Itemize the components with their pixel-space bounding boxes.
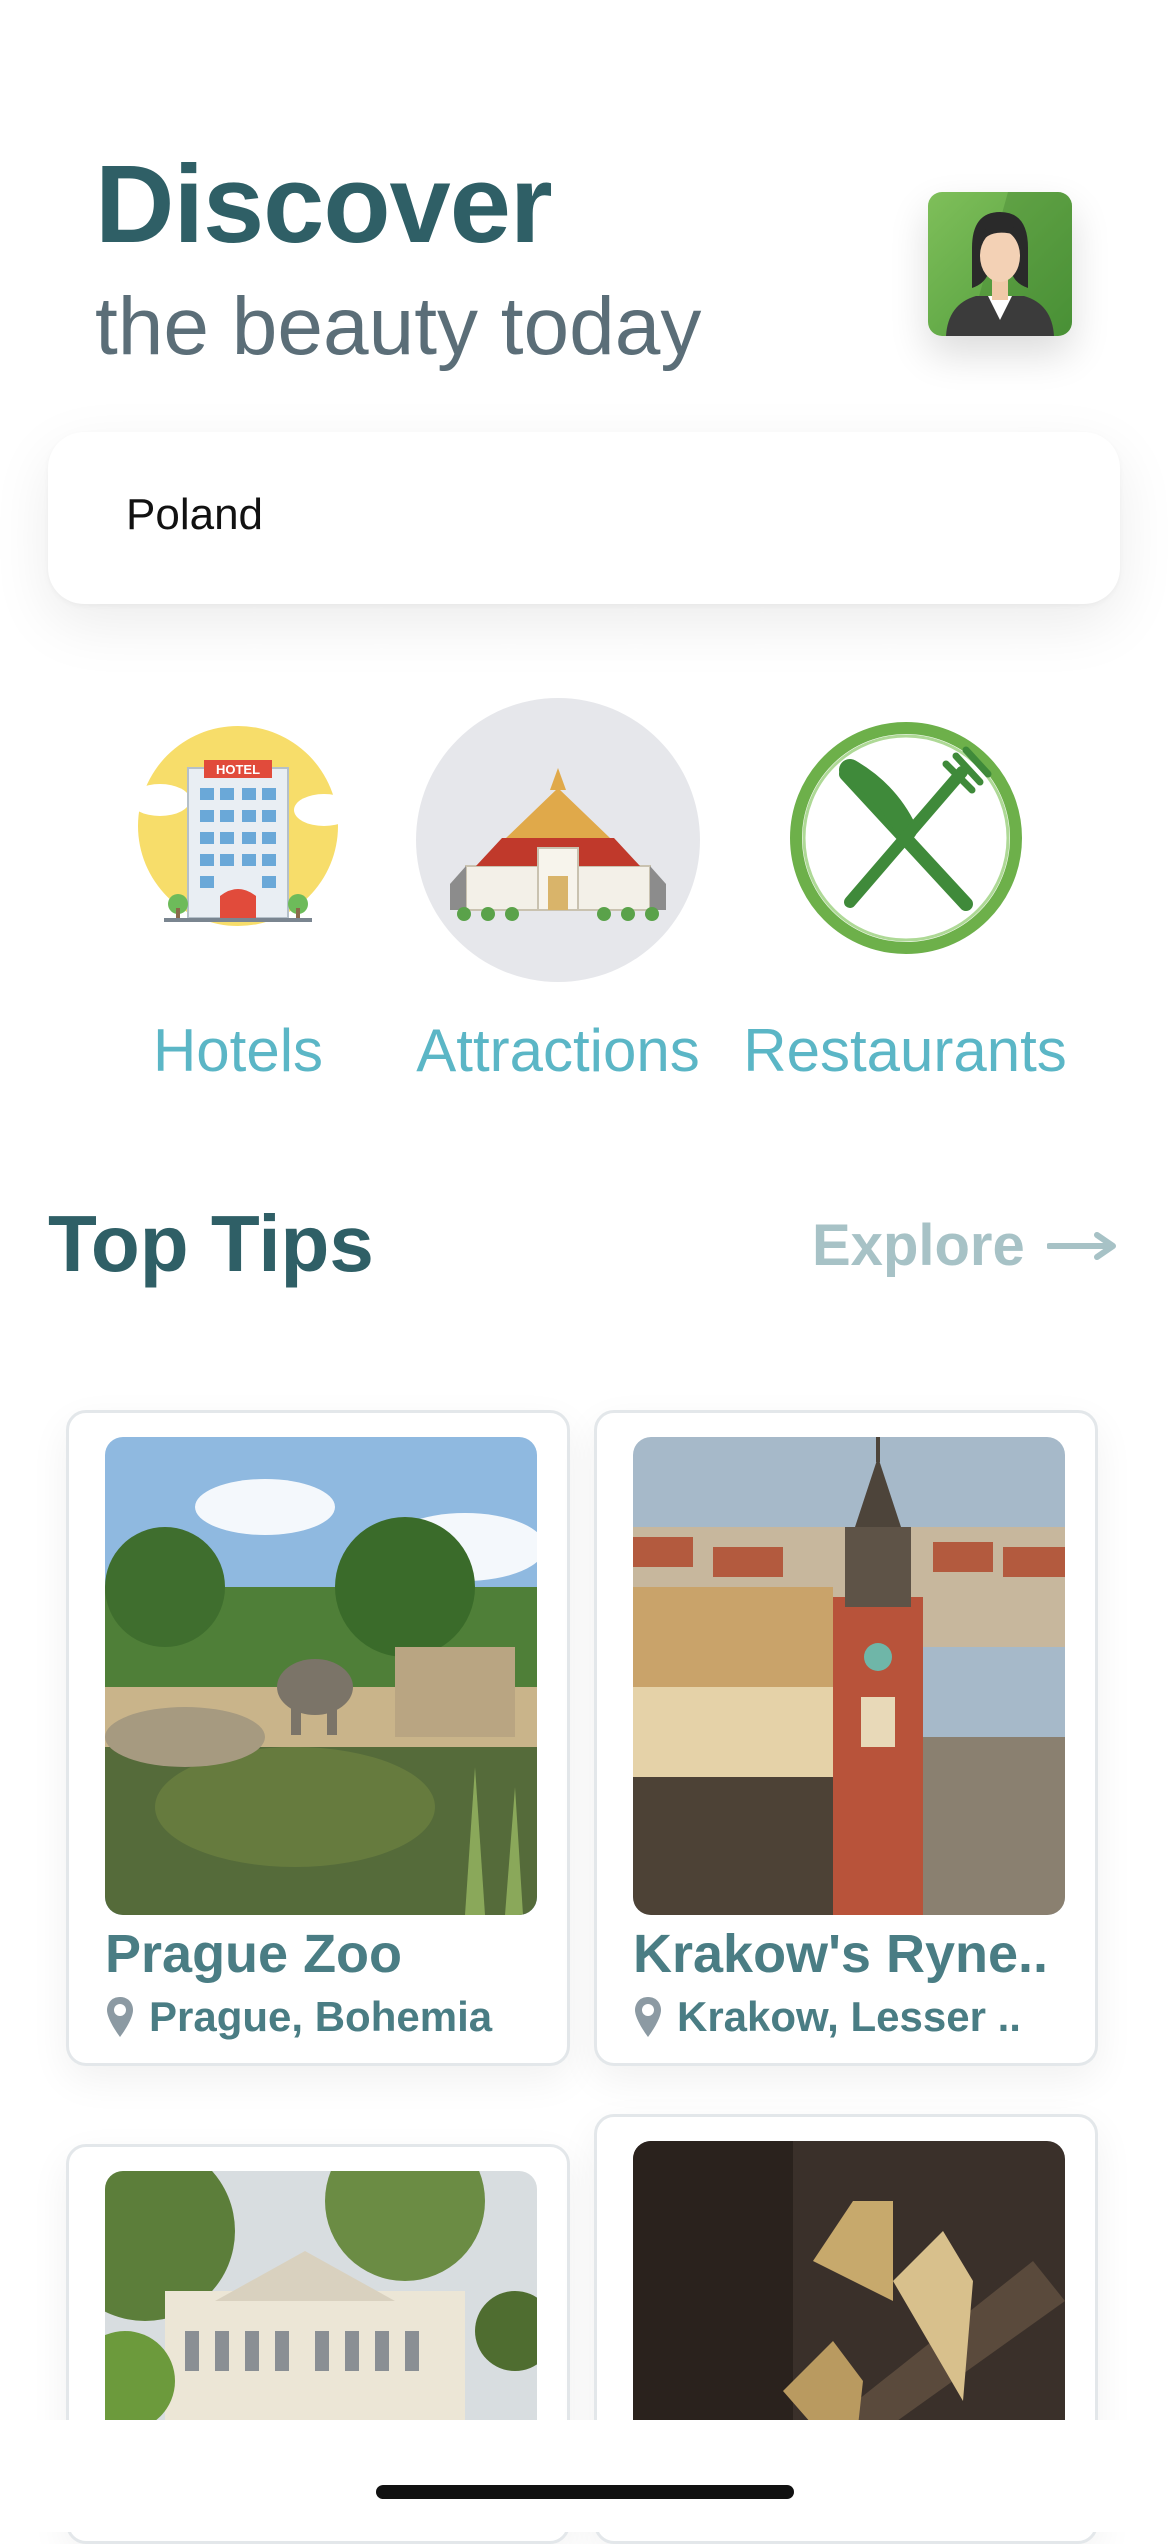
search-bar[interactable]: [48, 432, 1120, 604]
category-label-hotels[interactable]: Hotels: [108, 1016, 368, 1085]
page-title: Discover: [95, 143, 553, 266]
page-subtitle: the beauty today: [95, 281, 702, 372]
hotel-icon: HOTEL: [108, 708, 368, 968]
home-indicator[interactable]: [376, 2485, 794, 2499]
card-image: [633, 1437, 1065, 1915]
explore-link[interactable]: Explore: [812, 1212, 1117, 1279]
category-restaurants[interactable]: [776, 708, 1036, 968]
avatar[interactable]: [928, 192, 1072, 336]
svg-text:HOTEL: HOTEL: [216, 762, 260, 777]
temple-icon: [416, 698, 700, 982]
location-pin-icon: [635, 1997, 661, 2037]
user-avatar-icon: [946, 192, 1072, 336]
category-label-restaurants[interactable]: Restaurants: [740, 1016, 1070, 1085]
card-location: Krakow, Lesser ..: [633, 1993, 1021, 2041]
card-title: Prague Zoo: [105, 1924, 403, 1984]
card-title: Krakow's Ryne..: [633, 1924, 1048, 1984]
category-label-attractions[interactable]: Attractions: [408, 1016, 708, 1085]
search-input[interactable]: [126, 490, 1026, 540]
section-title: Top Tips: [48, 1199, 374, 1288]
location-pin-icon: [107, 1997, 133, 2037]
tip-card-krakow-rynek[interactable]: Krakow's Ryne.. Krakow, Lesser ..: [594, 1410, 1098, 2066]
bottom-bar: [0, 2420, 1170, 2532]
card-location-text: Krakow, Lesser ..: [677, 1993, 1021, 2040]
fork-knife-icon: [776, 708, 1036, 968]
explore-label: Explore: [812, 1213, 1025, 1278]
category-hotels[interactable]: HOTEL: [108, 708, 368, 968]
category-attractions[interactable]: [416, 698, 700, 982]
card-location-text: Prague, Bohemia: [149, 1993, 493, 2040]
card-image: [105, 1437, 537, 1915]
tip-card-prague-zoo[interactable]: Prague Zoo Prague, Bohemia: [66, 1410, 570, 2066]
arrow-right-icon: [1046, 1231, 1116, 1260]
card-location: Prague, Bohemia: [105, 1993, 492, 2041]
